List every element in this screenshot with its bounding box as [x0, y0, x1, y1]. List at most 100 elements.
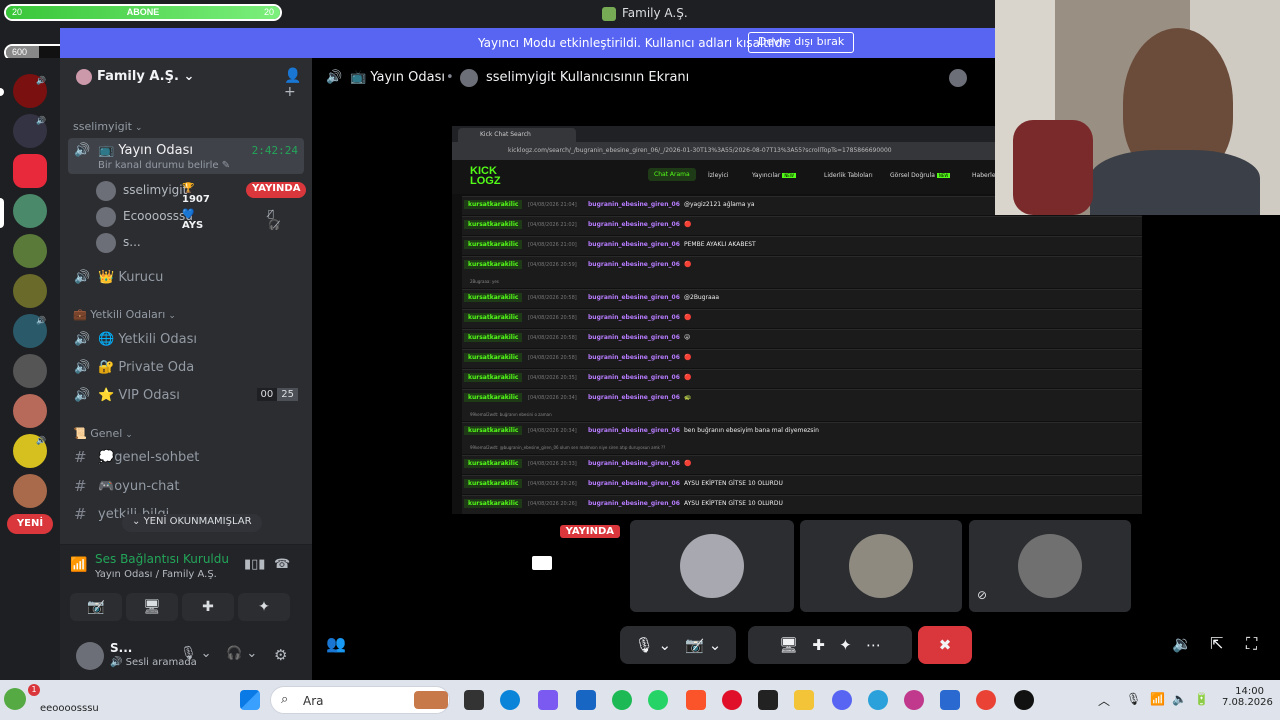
- channel-sidebar: Family A.Ş. ⌄ 👤+ sselimyigit ⌄ 🔊 📺 Yayın …: [60, 58, 312, 680]
- outlook-icon[interactable]: [940, 690, 960, 710]
- activities-button[interactable]: ✚: [182, 593, 234, 621]
- tray-app-icon[interactable]: [4, 688, 26, 710]
- new-servers-pill[interactable]: YENİ: [7, 514, 53, 534]
- new-unreads-pill[interactable]: ⌄ YENİ OKUNMAMIŞLAR: [122, 514, 262, 532]
- server-icon[interactable]: [13, 394, 47, 428]
- voice-channel-yayin-odasi[interactable]: 🔊 📺 Yayın Odası 2:42:24 Bir kanal durumu…: [68, 138, 304, 174]
- mic-control[interactable]: 🎙 ⌄ 📷̸ ⌄: [620, 626, 736, 664]
- chat-text: 🔴: [684, 460, 692, 467]
- chevron-down-icon: ⌄: [168, 311, 176, 321]
- discord-icon[interactable]: [832, 690, 852, 710]
- nav-gorsel-dogrula: Görsel Doğrula NEW: [890, 172, 951, 179]
- windows-start-icon[interactable]: [240, 690, 260, 710]
- fullscreen-icon[interactable]: ⛶: [1246, 634, 1257, 654]
- server-icon[interactable]: [13, 474, 47, 508]
- chat-text: 🐢: [684, 394, 692, 401]
- participant-tile[interactable]: [630, 520, 794, 612]
- voice-channel[interactable]: 🔊 ⭐ VIP Odası 00 25: [68, 383, 304, 409]
- settings-gear-icon[interactable]: ⚙: [274, 646, 287, 664]
- popout-icon[interactable]: ⇱: [1210, 634, 1223, 653]
- camera-off-button[interactable]: 📷̸: [70, 593, 122, 621]
- muted-icons: 🎙̸ 🎧̸: [268, 209, 281, 231]
- category-yetkili[interactable]: 💼 Yetkili Odaları ⌄: [73, 308, 176, 321]
- screen-share-button[interactable]: 🖥: [126, 593, 178, 621]
- nav-chat-arama: Chat Arama: [648, 168, 696, 181]
- noise-suppression-icon[interactable]: ▮▯▮: [244, 557, 265, 572]
- invite-to-call-icon[interactable]: 👥: [326, 634, 346, 653]
- copilot-icon[interactable]: [538, 690, 558, 710]
- category-genel[interactable]: 📜 Genel ⌄: [73, 427, 133, 440]
- headphones-icon[interactable]: 🎧 ⌄: [226, 646, 257, 661]
- chat-timestamp: [04/08/2026 20:58]: [528, 335, 577, 341]
- chat-timestamp: [04/08/2026 20:58]: [528, 355, 577, 361]
- microphone-icon[interactable]: 🎙: [1126, 692, 1141, 706]
- chat-username: kursatkarakilic: [464, 479, 523, 488]
- opera-icon[interactable]: [722, 690, 742, 710]
- opera-gx-icon[interactable]: [904, 690, 924, 710]
- voice-channel[interactable]: 🔊 🌐 Yetkili Odası: [68, 327, 304, 353]
- chat-timestamp: [04/08/2026 20:26]: [528, 481, 577, 487]
- viewer-avatar[interactable]: [949, 69, 967, 87]
- soundboard-button[interactable]: ✦: [238, 593, 290, 621]
- microphone-icon[interactable]: 🎙 ⌄: [180, 646, 212, 661]
- voice-channel[interactable]: 🔊 🔐 Private Oda: [68, 355, 304, 381]
- webcam-overlay: [995, 0, 1280, 215]
- app-icon[interactable]: [758, 690, 778, 710]
- chat-timestamp: [04/08/2026 20:59]: [528, 262, 577, 268]
- battery-icon[interactable]: 🔋: [1194, 692, 1209, 706]
- text-channel[interactable]: # 🎮oyun-chat: [68, 474, 304, 500]
- wifi-icon[interactable]: 📶: [1150, 692, 1165, 706]
- server-icon[interactable]: [13, 154, 47, 188]
- text-channel[interactable]: # 💭genel-sohbet: [68, 445, 304, 471]
- chat-username: kursatkarakilic: [464, 459, 523, 468]
- voice-status-title[interactable]: Ses Bağlantısı Kuruldu: [95, 552, 229, 566]
- chat-timestamp: [04/08/2026 20:34]: [528, 428, 577, 434]
- guild-icon: [76, 69, 92, 85]
- server-icon[interactable]: [13, 354, 47, 388]
- chat-username: kursatkarakilic: [464, 353, 523, 362]
- chat-channel: bugranin_ebesine_giren_06: [588, 334, 680, 341]
- volume-icon[interactable]: 🔈: [1172, 692, 1187, 706]
- chat-username: kursatkarakilic: [464, 393, 523, 402]
- chevron-down-icon: ⌄: [134, 123, 143, 133]
- leave-call-button[interactable]: ✖: [918, 626, 972, 664]
- server-icon[interactable]: [13, 194, 47, 228]
- guild-header[interactable]: Family A.Ş. ⌄ 👤+: [60, 58, 312, 100]
- file-explorer-icon[interactable]: [794, 690, 814, 710]
- taskbar-clock[interactable]: 14:00 7.08.2026: [1222, 686, 1273, 708]
- edge-icon[interactable]: [500, 690, 520, 710]
- chat-text: @2Bugraaa: [684, 294, 720, 301]
- live-badge: YAYINDA: [559, 525, 620, 538]
- user-name: S...: [110, 641, 133, 655]
- server-icon[interactable]: [13, 274, 47, 308]
- disable-streamer-mode-button[interactable]: Devre dışı bırak: [748, 32, 855, 53]
- category-user[interactable]: sselimyigit ⌄: [73, 120, 143, 133]
- chrome-icon[interactable]: [976, 690, 996, 710]
- chevron-up-icon[interactable]: ︿: [1098, 692, 1110, 709]
- channel-status-placeholder[interactable]: Bir kanal durumu belirle ✎: [98, 160, 230, 171]
- speaker-icon: 🔊: [74, 332, 91, 347]
- voice-channel-kurucu[interactable]: 🔊 👑 Kurucu: [68, 265, 304, 291]
- channel-name: 💭genel-sohbet: [98, 450, 200, 465]
- streamer-avatar: [460, 69, 478, 87]
- call-timer: 2:42:24: [251, 144, 298, 157]
- server-icon[interactable]: [13, 234, 47, 268]
- telegram-icon[interactable]: [868, 690, 888, 710]
- invite-people-icon[interactable]: 👤+: [284, 68, 312, 100]
- app-icon[interactable]: [576, 690, 596, 710]
- chat-message: kursatkarakilic [04/08/2026 20:59] bugrani…: [462, 256, 1142, 288]
- channel-name: 📺 Yayın Odası: [98, 143, 193, 158]
- disconnect-icon[interactable]: ☎: [274, 557, 290, 572]
- task-view-icon[interactable]: [464, 690, 484, 710]
- stream-tile[interactable]: YAYINDA: [462, 520, 626, 612]
- participant-tile[interactable]: [800, 520, 962, 612]
- call-actions[interactable]: 🖥 ✚ ✦ ⋯: [748, 626, 912, 664]
- user-avatar[interactable]: [76, 642, 104, 670]
- spotify-icon[interactable]: [612, 690, 632, 710]
- brave-icon[interactable]: [686, 690, 706, 710]
- participant-tile[interactable]: ⊘: [969, 520, 1131, 612]
- chat-username: kursatkarakilic: [464, 240, 523, 249]
- volume-icon[interactable]: 🔉: [1172, 634, 1192, 653]
- app-icon[interactable]: [1014, 690, 1034, 710]
- whatsapp-icon[interactable]: [648, 690, 668, 710]
